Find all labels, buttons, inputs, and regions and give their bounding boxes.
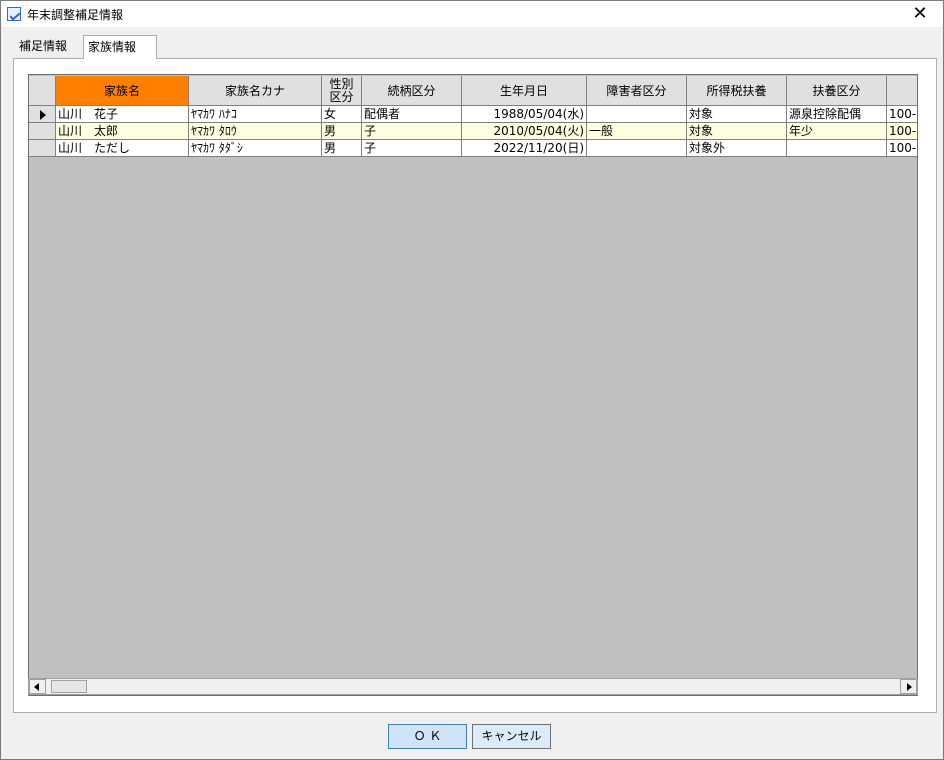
col-header-extra[interactable]: [887, 76, 917, 106]
col-header-sex[interactable]: 性別 区分: [322, 76, 362, 106]
cell-sex[interactable]: 女: [322, 106, 362, 123]
scroll-left-arrow-icon[interactable]: [29, 679, 46, 694]
cell-income-tax-dependent[interactable]: 対象: [687, 106, 787, 123]
col-header-birthdate[interactable]: 生年月日: [462, 76, 587, 106]
cell-sex[interactable]: 男: [322, 140, 362, 157]
col-header-dependent-class[interactable]: 扶養区分: [787, 76, 887, 106]
cell-birthdate[interactable]: 2010/05/04(火): [462, 123, 587, 140]
cell-dependent-class[interactable]: 源泉控除配偶: [787, 106, 887, 123]
current-row-arrow-icon: [40, 110, 46, 120]
row-header-1[interactable]: [29, 106, 56, 123]
family-grid[interactable]: 家族名 家族名カナ 性別 区分 続柄区分 生年月日 障害者区分 所得税扶養 扶養…: [28, 74, 918, 696]
cell-family-kana[interactable]: ﾔﾏｶﾜ ﾀﾛｳ: [189, 123, 322, 140]
cell-relation[interactable]: 子: [362, 140, 462, 157]
close-button[interactable]: ✕: [897, 1, 943, 27]
cell-disability[interactable]: [587, 106, 687, 123]
col-header-disability[interactable]: 障害者区分: [587, 76, 687, 106]
cell-disability[interactable]: [587, 140, 687, 157]
cell-income-tax-dependent[interactable]: 対象: [687, 123, 787, 140]
col-header-family-kana[interactable]: 家族名カナ: [189, 76, 322, 106]
horizontal-scrollbar[interactable]: [28, 678, 918, 695]
app-icon: [7, 7, 21, 21]
cell-birthdate[interactable]: 2022/11/20(日): [462, 140, 587, 157]
cell-dependent-class[interactable]: 年少: [787, 123, 887, 140]
tab-supplement-info[interactable]: 補足情報: [15, 37, 83, 57]
cell-family-name[interactable]: 山川 ただし: [56, 140, 189, 157]
col-header-family-name[interactable]: 家族名: [56, 76, 189, 106]
row-header-2[interactable]: [29, 123, 56, 140]
cell-birthdate[interactable]: 1988/05/04(水): [462, 106, 587, 123]
cell-income-tax-dependent[interactable]: 対象外: [687, 140, 787, 157]
title-bar: 年末調整補足情報 ✕: [1, 1, 943, 27]
window-title: 年末調整補足情報: [27, 8, 124, 22]
col-header-sex-line2: 区分: [329, 90, 354, 104]
tab-family-info[interactable]: 家族情報: [83, 35, 157, 59]
cell-family-name[interactable]: 山川 花子: [56, 106, 189, 123]
cell-disability[interactable]: 一般: [587, 123, 687, 140]
cell-extra[interactable]: 100-: [887, 106, 917, 123]
cell-dependent-class[interactable]: [787, 140, 887, 157]
col-header-income-tax-dependent[interactable]: 所得税扶養: [687, 76, 787, 106]
cell-relation[interactable]: 配偶者: [362, 106, 462, 123]
cell-family-kana[interactable]: ﾔﾏｶﾜ ﾊﾅｺ: [189, 106, 322, 123]
cancel-button[interactable]: キャンセル: [472, 724, 551, 749]
ok-button[interactable]: Ｏ Ｋ: [388, 724, 467, 749]
cell-sex[interactable]: 男: [322, 123, 362, 140]
cell-extra[interactable]: 100-: [887, 123, 917, 140]
row-header-3[interactable]: [29, 140, 56, 157]
cell-relation[interactable]: 子: [362, 123, 462, 140]
scrollbar-thumb[interactable]: [51, 680, 87, 693]
scroll-right-arrow-icon[interactable]: [900, 679, 917, 694]
cell-family-kana[interactable]: ﾔﾏｶﾜ ﾀﾀﾞｼ: [189, 140, 322, 157]
cell-family-name[interactable]: 山川 太郎: [56, 123, 189, 140]
col-header-relation[interactable]: 続柄区分: [362, 76, 462, 106]
grid-corner: [29, 76, 56, 106]
dialog-window: 年末調整補足情報 ✕ 補足情報 家族情報 家族名 家族名カナ 性別 区分 続柄区…: [0, 0, 944, 760]
cell-extra[interactable]: 100-: [887, 140, 917, 157]
